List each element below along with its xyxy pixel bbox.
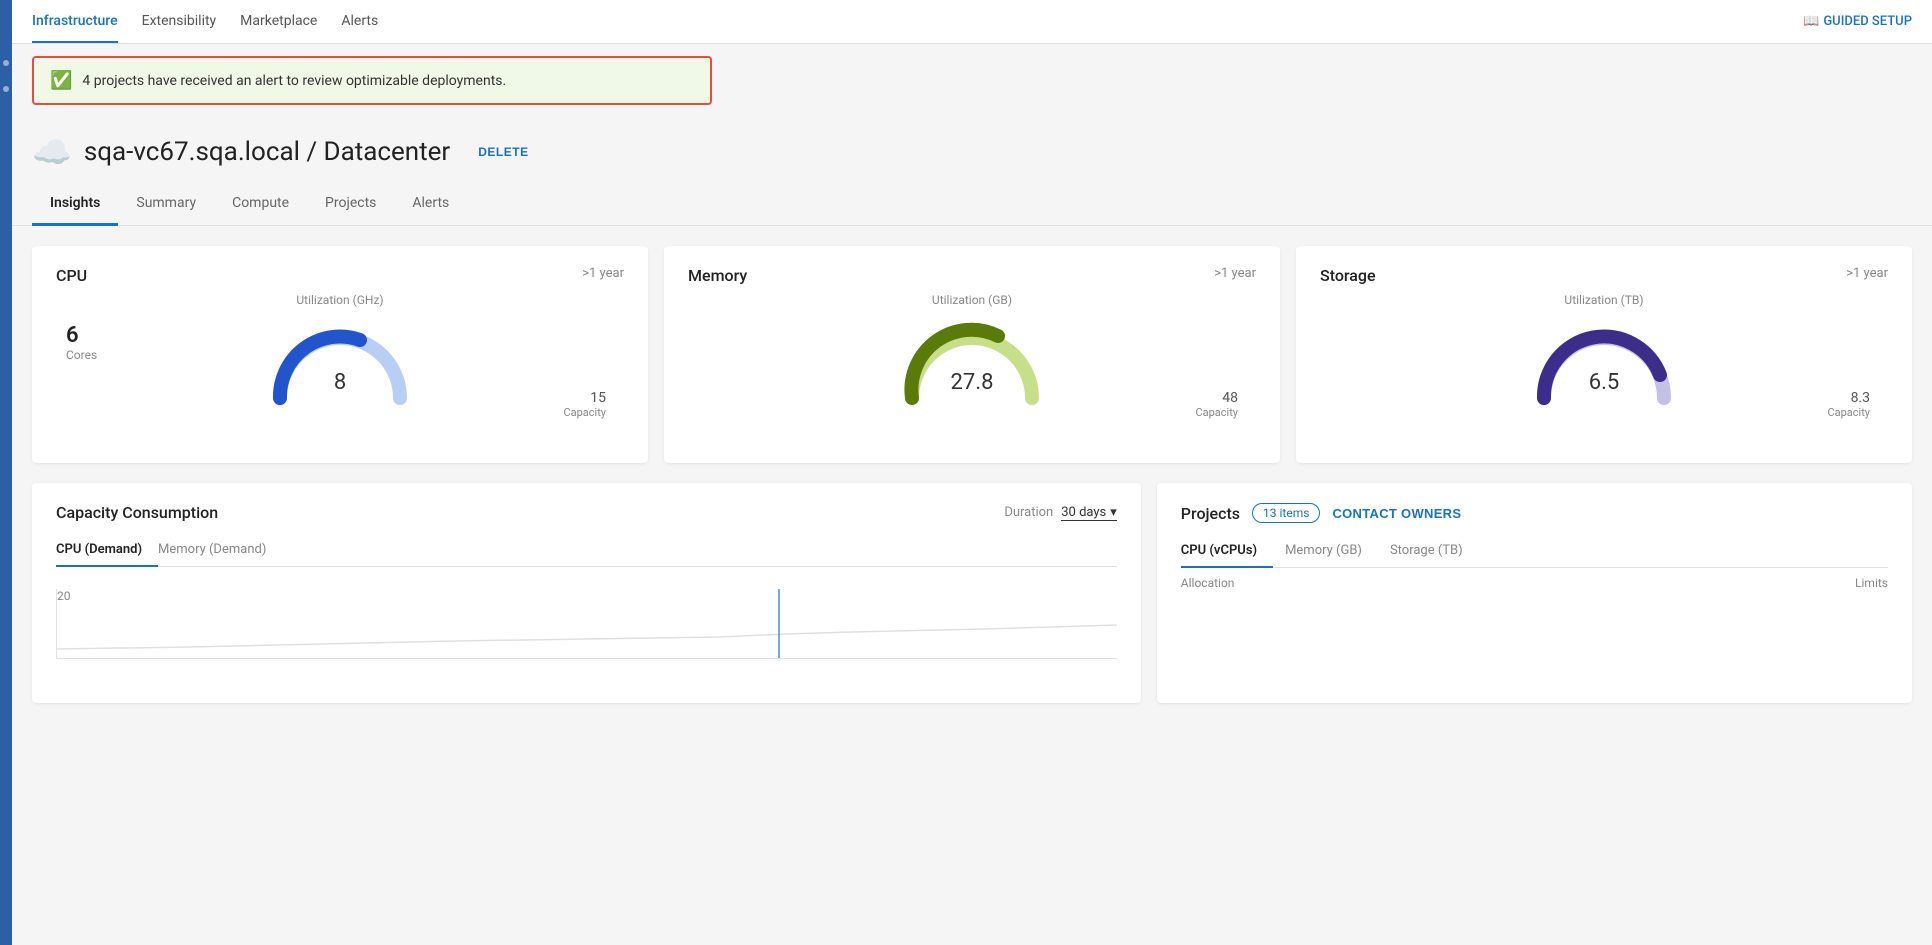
page-tabs: Insights Summary Compute Projects Alerts <box>12 183 1932 226</box>
storage-time: >1 year <box>1846 266 1888 281</box>
main-content: CPU >1 year 6 Cores Utilization (GHz) <box>12 226 1932 723</box>
capacity-sub-tabs: CPU (Demand) Memory (Demand) <box>56 534 1117 567</box>
proj-subtab-storage[interactable]: Storage (TB) <box>1390 535 1479 568</box>
cpu-gauge-area: Utilization (GHz) 8 15 Capacity <box>56 293 624 423</box>
cpu-current-value: 8 <box>334 370 346 395</box>
storage-current-value: 6.5 <box>1589 370 1620 395</box>
duration-value[interactable]: 30 days ▾ <box>1061 505 1117 521</box>
memory-time: >1 year <box>1214 266 1256 281</box>
memory-gauge-svg <box>892 303 1052 413</box>
storage-metric-card: Storage >1 year Utilization (TB) 6.5 <box>1296 246 1912 463</box>
projects-header-row: Projects 13 items CONTACT OWNERS <box>1181 503 1888 523</box>
cpu-gauge-svg <box>260 303 420 413</box>
contact-owners-button[interactable]: CONTACT OWNERS <box>1332 506 1461 521</box>
memory-title: Memory <box>688 266 747 285</box>
duration-label: Duration <box>1004 505 1053 520</box>
duration-text: 30 days <box>1061 505 1106 520</box>
nav-item-infrastructure[interactable]: Infrastructure <box>32 1 118 43</box>
tab-insights[interactable]: Insights <box>32 183 118 226</box>
storage-capacity-value: 8.3 <box>1827 390 1870 406</box>
guided-setup-label: GUIDED SETUP <box>1823 14 1912 29</box>
proj-subtab-memory[interactable]: Memory (GB) <box>1285 535 1378 568</box>
storage-capacity-label: 8.3 Capacity <box>1827 390 1870 419</box>
tab-compute[interactable]: Compute <box>214 183 307 226</box>
alert-banner: ✅ 4 projects have received an alert to r… <box>32 56 712 105</box>
duration-selector[interactable]: Duration 30 days ▾ <box>1004 505 1116 521</box>
memory-current-value: 27.8 <box>951 370 994 395</box>
col-limits: Limits <box>1855 576 1888 590</box>
proj-subtab-cpu[interactable]: CPU (vCPUs) <box>1181 535 1273 568</box>
chart-line: 20 <box>56 589 1117 659</box>
bottom-row: Capacity Consumption Duration 30 days ▾ … <box>32 483 1912 703</box>
delete-button[interactable]: DELETE <box>478 145 528 159</box>
memory-capacity-label: 48 Capacity <box>1195 390 1238 419</box>
storage-gauge-svg <box>1524 303 1684 413</box>
memory-util-label: Utilization (GB) <box>932 293 1012 307</box>
tab-projects[interactable]: Projects <box>307 183 394 226</box>
tab-alerts[interactable]: Alerts <box>394 183 467 226</box>
book-icon: 📖 <box>1803 14 1819 29</box>
page-title: sqa-vc67.sqa.local / Datacenter <box>84 137 450 167</box>
col-allocation: Allocation <box>1181 576 1235 590</box>
top-nav: Infrastructure Extensibility Marketplace… <box>12 0 1932 44</box>
page-header: ☁️ sqa-vc67.sqa.local / Datacenter DELET… <box>12 117 1932 171</box>
cpu-time: >1 year <box>582 266 624 281</box>
cloud-icon: ☁️ <box>32 133 72 171</box>
storage-capacity-text: Capacity <box>1827 406 1870 419</box>
alert-text: 4 projects have received an alert to rev… <box>82 73 506 89</box>
memory-metric-card: Memory >1 year Utilization (GB) 27.8 <box>664 246 1280 463</box>
cpu-capacity-text: Capacity <box>563 406 606 419</box>
chart-area: 20 <box>56 579 1117 659</box>
chart-y-label: 20 <box>57 589 71 603</box>
cpu-util-label: Utilization (GHz) <box>296 293 383 307</box>
check-circle-icon: ✅ <box>50 70 72 91</box>
memory-gauge-area: Utilization (GB) 27.8 48 Capacity <box>688 293 1256 423</box>
metrics-row: CPU >1 year 6 Cores Utilization (GHz) <box>32 246 1912 463</box>
chart-svg <box>57 589 1117 659</box>
nav-item-alerts[interactable]: Alerts <box>341 1 378 43</box>
capacity-consumption-card: Capacity Consumption Duration 30 days ▾ … <box>32 483 1141 703</box>
left-sidebar <box>0 0 12 945</box>
projects-sub-tabs: CPU (vCPUs) Memory (GB) Storage (TB) <box>1181 535 1888 568</box>
tab-summary[interactable]: Summary <box>118 183 214 226</box>
chevron-down-icon: ▾ <box>1110 505 1117 520</box>
sidebar-dot <box>3 86 9 92</box>
nav-item-extensibility[interactable]: Extensibility <box>142 1 217 43</box>
capacity-title: Capacity Consumption <box>56 503 218 522</box>
cpu-title: CPU <box>56 266 87 285</box>
nav-item-marketplace[interactable]: Marketplace <box>240 1 317 43</box>
storage-title: Storage <box>1320 266 1376 285</box>
chart-cursor <box>778 589 780 658</box>
projects-col-headers: Allocation Limits <box>1181 576 1888 590</box>
projects-card: Projects 13 items CONTACT OWNERS CPU (vC… <box>1157 483 1912 703</box>
memory-capacity-value: 48 <box>1195 390 1238 406</box>
projects-title: Projects <box>1181 504 1240 523</box>
cpu-metric-card: CPU >1 year 6 Cores Utilization (GHz) <box>32 246 648 463</box>
storage-gauge-area: Utilization (TB) 6.5 8.3 Capacity <box>1320 293 1888 423</box>
items-badge: 13 items <box>1252 503 1320 523</box>
cpu-capacity-label: 15 Capacity <box>563 390 606 419</box>
memory-capacity-text: Capacity <box>1195 406 1238 419</box>
subtab-cpu-demand[interactable]: CPU (Demand) <box>56 534 158 567</box>
guided-setup-button[interactable]: 📖 GUIDED SETUP <box>1803 14 1912 29</box>
storage-util-label: Utilization (TB) <box>1564 293 1643 307</box>
subtab-memory-demand[interactable]: Memory (Demand) <box>158 534 282 567</box>
cpu-capacity-value: 15 <box>563 390 606 406</box>
sidebar-dot <box>3 60 9 66</box>
capacity-header-row: Capacity Consumption Duration 30 days ▾ <box>56 503 1117 522</box>
